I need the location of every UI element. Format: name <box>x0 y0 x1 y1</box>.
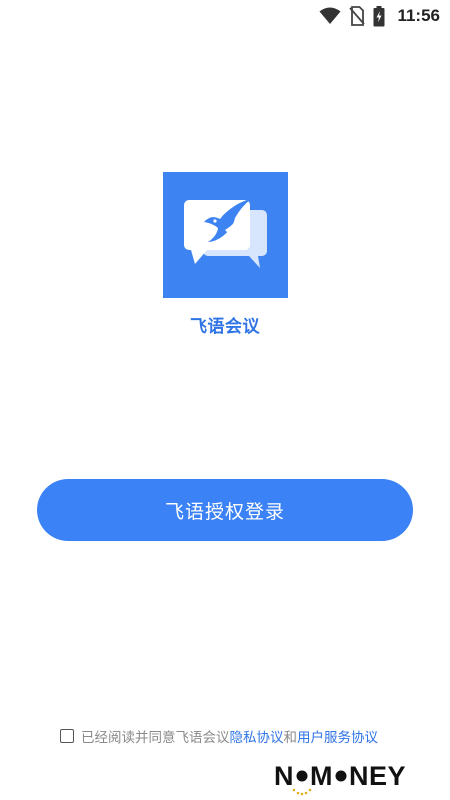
status-bar: 11:56 <box>0 0 450 32</box>
battery-charging-icon <box>373 5 385 27</box>
agreement-checkbox[interactable] <box>60 729 74 743</box>
app-logo <box>163 172 288 298</box>
no-sim-icon <box>349 6 366 26</box>
status-time: 11:56 <box>397 6 440 25</box>
agreement-prefix-text: 已经阅读并同意飞语会议 <box>81 730 230 746</box>
user-service-agreement-link[interactable]: 用户服务协议 <box>297 726 378 746</box>
wifi-icon <box>319 7 341 25</box>
nomoney-watermark: N M NEY <box>274 758 424 798</box>
authorize-login-button[interactable]: 飞语授权登录 <box>37 479 413 541</box>
svg-text:M: M <box>310 761 333 791</box>
agreement-row: 已经阅读并同意飞语会议 隐私协议 和 用户服务协议 <box>60 725 378 747</box>
svg-text:NEY: NEY <box>349 761 406 791</box>
status-icons: 11:56 <box>319 4 440 28</box>
agreement-connector-text: 和 <box>283 730 298 746</box>
privacy-policy-link[interactable]: 隐私协议 <box>230 726 284 746</box>
svg-text:N: N <box>274 761 294 791</box>
app-name: 飞语会议 <box>190 317 260 337</box>
bird-chat-bubble-logo-icon <box>184 199 267 268</box>
